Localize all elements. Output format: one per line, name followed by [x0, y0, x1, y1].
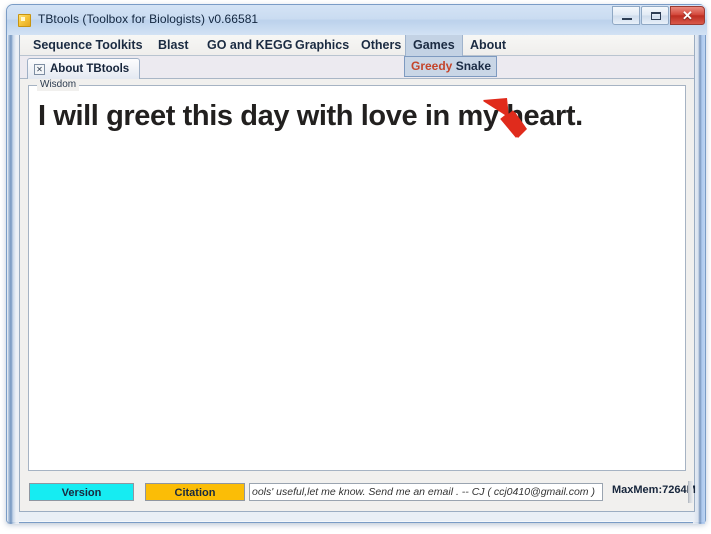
close-button[interactable]: ✕ [670, 6, 705, 25]
maximize-icon [651, 12, 661, 20]
max-memory-label: MaxMem:7264M [612, 484, 696, 496]
wisdom-panel-title: Wisdom [37, 79, 80, 91]
tab-strip: ✕ About TBtools [20, 56, 694, 79]
menu-graphics[interactable]: Graphics [288, 35, 356, 56]
menu-bar: Sequence Toolkits Blast GO and KEGG Grap… [20, 35, 694, 56]
tab-label: About TBtools [50, 63, 130, 75]
application-window: TBtools (Toolbox for Biologists) v0.6658… [6, 4, 707, 524]
client-area: Sequence Toolkits Blast GO and KEGG Grap… [19, 35, 696, 512]
title-bar[interactable]: TBtools (Toolbox for Biologists) v0.6658… [7, 5, 707, 35]
desktop-background: TBtools (Toolbox for Biologists) v0.6658… [0, 0, 711, 534]
status-bar: Version Citation ools' useful,let me kno… [20, 478, 696, 511]
menu-about[interactable]: About [463, 35, 513, 56]
greedy-word: Greedy [411, 59, 453, 73]
wisdom-panel: Wisdom I will greet this day with love i… [28, 79, 686, 471]
menu-games[interactable]: Games [405, 35, 463, 56]
app-icon [18, 14, 31, 27]
menu-item-greedy-snake[interactable]: Greedy Snake [405, 57, 496, 76]
tab-about-tbtools[interactable]: ✕ About TBtools [27, 58, 141, 79]
menu-others[interactable]: Others [354, 35, 408, 56]
marquee-message-text: ools' useful,let me know. Send me an ema… [252, 486, 595, 498]
status-bar-resize-grip[interactable] [688, 481, 693, 503]
menu-sequence-toolkits[interactable]: Sequence Toolkits [26, 35, 150, 56]
minimize-button[interactable] [612, 6, 640, 25]
minimize-icon [622, 18, 632, 20]
citation-button[interactable]: Citation [145, 483, 245, 501]
wisdom-quote-text: I will greet this day with love in my he… [38, 100, 583, 132]
marquee-message-field[interactable]: ools' useful,let me know. Send me an ema… [249, 483, 603, 501]
window-title: TBtools (Toolbox for Biologists) v0.6658… [38, 12, 259, 26]
menu-go-and-kegg[interactable]: GO and KEGG [200, 35, 299, 56]
tab-close-icon[interactable]: ✕ [34, 63, 45, 75]
maximize-button[interactable] [641, 6, 669, 25]
close-icon: ✕ [682, 8, 693, 23]
games-dropdown-menu: Greedy Snake [404, 56, 497, 77]
version-button[interactable]: Version [29, 483, 134, 501]
window-frame-left-edge [7, 35, 19, 524]
menu-blast[interactable]: Blast [151, 35, 196, 56]
snake-word: Snake [452, 59, 492, 73]
